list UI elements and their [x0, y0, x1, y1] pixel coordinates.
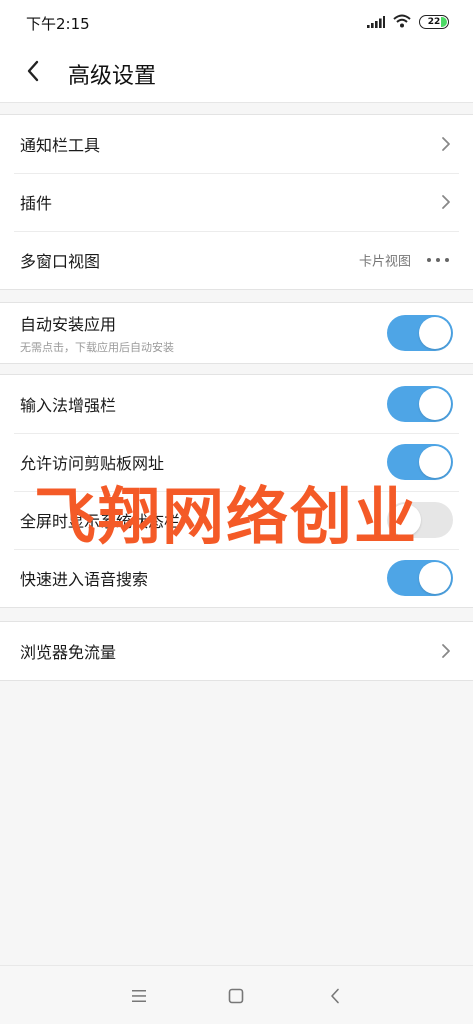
toggle-knob [419, 446, 451, 478]
back-icon[interactable] [323, 984, 347, 1008]
status-bar: 下午2:15 22 [0, 0, 473, 44]
row-label: 插件 [20, 194, 53, 213]
battery-icon: 22 [419, 15, 449, 29]
status-time: 下午2:15 [26, 15, 90, 33]
voice-search-toggle[interactable] [387, 560, 453, 596]
back-chevron-icon [26, 60, 40, 86]
row-notification-tools[interactable]: 通知栏工具 [0, 115, 473, 173]
chevron-right-icon [439, 136, 453, 152]
more-dots-icon[interactable] [427, 258, 449, 262]
menu-icon[interactable] [127, 984, 151, 1008]
battery-level [441, 17, 447, 27]
row-plugins[interactable]: 插件 [0, 173, 473, 231]
row-voice-search[interactable]: 快速进入语音搜索 [0, 549, 473, 607]
settings-group-auto-install: 自动安装应用 无需点击，下载应用后自动安装 [0, 302, 473, 364]
settings-group-general: 通知栏工具 插件 多窗口视图 卡片视图 [0, 114, 473, 290]
row-fullscreen-status-bar[interactable]: 全屏时显示系统状态栏 [0, 491, 473, 549]
row-sublabel: 无需点击，下载应用后自动安装 [20, 341, 174, 354]
home-icon[interactable] [224, 984, 248, 1008]
row-label: 自动安装应用 [20, 315, 117, 334]
row-label: 多窗口视图 [20, 252, 101, 271]
row-value: 卡片视图 [358, 254, 411, 270]
clipboard-url-toggle[interactable] [387, 444, 453, 480]
row-auto-install[interactable]: 自动安装应用 无需点击，下载应用后自动安装 [0, 303, 473, 363]
chevron-right-icon [439, 194, 453, 210]
row-input-enhance-bar[interactable]: 输入法增强栏 [0, 375, 473, 433]
row-label: 浏览器免流量 [20, 643, 117, 662]
settings-group-features: 输入法增强栏 允许访问剪贴板网址 全屏时显示系统状态栏 快速进入语音搜索 [0, 374, 473, 608]
signal-icon [367, 13, 385, 32]
navigation-bar [0, 965, 473, 1024]
input-enhance-toggle[interactable] [387, 386, 453, 422]
row-label: 通知栏工具 [20, 136, 101, 155]
row-label: 允许访问剪贴板网址 [20, 454, 165, 473]
battery-text: 22 [427, 17, 441, 27]
wifi-icon [393, 13, 411, 32]
toggle-knob [419, 388, 451, 420]
chevron-right-icon [439, 643, 453, 659]
row-label: 全屏时显示系统状态栏 [20, 512, 181, 531]
auto-install-toggle[interactable] [387, 315, 453, 351]
header: 高级设置 [0, 44, 473, 103]
toggle-knob [419, 317, 451, 349]
row-multi-window-view[interactable]: 多窗口视图 卡片视图 [0, 231, 473, 289]
row-clipboard-url[interactable]: 允许访问剪贴板网址 [0, 433, 473, 491]
settings-group-data-saver: 浏览器免流量 [0, 621, 473, 681]
back-button[interactable] [18, 58, 48, 88]
page-title: 高级设置 [68, 64, 157, 89]
fullscreen-status-bar-toggle[interactable] [387, 502, 453, 538]
status-icons: 22 [367, 13, 449, 31]
toggle-knob [419, 562, 451, 594]
toggle-knob [389, 504, 421, 536]
row-label: 快速进入语音搜索 [20, 570, 149, 589]
row-label: 输入法增强栏 [20, 396, 117, 415]
row-browser-free-data[interactable]: 浏览器免流量 [0, 622, 473, 680]
